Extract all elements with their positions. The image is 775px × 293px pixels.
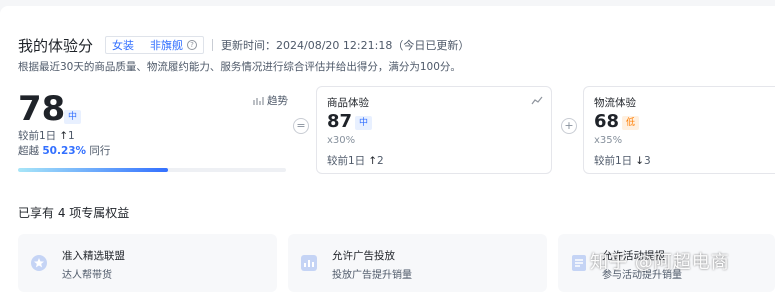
- sub-score-value: 87: [327, 111, 353, 132]
- overall-score: 78 中 趋势 较前1日 ↑1 超越 50.23% 同行: [18, 88, 288, 178]
- benefit-card-affiliate[interactable]: 准入精选联盟 达人帮带货: [18, 234, 277, 292]
- compare-label: 较前1日: [594, 155, 633, 167]
- divider: [212, 39, 214, 51]
- trend-link[interactable]: 趋势: [253, 93, 288, 108]
- document-list-icon: [572, 255, 586, 271]
- watermark: 知乎 @阿超电商: [590, 252, 730, 273]
- title-row: 我的体验分 女装 非旗舰 ? 更新时间：2024/08/20 12:21:18（…: [18, 32, 469, 58]
- sub-compare: 较前1日 ↓3: [594, 153, 651, 168]
- update-time: 更新时间：2024/08/20 12:21:18（今日已更新）: [221, 39, 470, 52]
- equals-operator: =: [293, 118, 309, 134]
- star-badge-icon: [31, 255, 47, 271]
- compare-arrow: ↑: [59, 130, 68, 142]
- compare-value: 3: [644, 155, 651, 167]
- sub-score-label: 物流体验: [594, 97, 636, 109]
- sub-score-weight: x30%: [327, 135, 356, 146]
- sub-score-label: 商品体验: [327, 97, 369, 109]
- benefit-subtitle: 投放广告提升销量: [332, 270, 412, 281]
- logistics-experience-card[interactable]: 物流体验 68 低 x35% 较前1日 ↓3: [583, 86, 775, 174]
- score-description: 根据最近30天的商品质量、物流履约能力、服务情况进行综合评估并给出得分，满分为1…: [18, 61, 461, 73]
- compare-value: 2: [377, 155, 384, 167]
- compare-arrow: ↓: [635, 155, 644, 167]
- sub-score-value: 68: [594, 111, 620, 132]
- overall-compare: 较前1日 ↑1: [18, 128, 75, 143]
- trend-chart-icon[interactable]: [531, 95, 543, 105]
- beat-peers: 超越 50.23% 同行: [18, 143, 110, 158]
- page-title: 我的体验分: [18, 36, 94, 55]
- benefit-subtitle: 达人帮带货: [62, 270, 112, 281]
- benefit-title: 允许广告投放: [332, 250, 395, 262]
- score-progress-fill: [18, 168, 169, 172]
- benefit-card-ads[interactable]: 允许广告投放 投放广告提升销量: [288, 234, 547, 292]
- trend-label: 趋势: [267, 95, 288, 107]
- benefit-title: 准入精选联盟: [62, 250, 125, 262]
- beat-suffix: 同行: [89, 145, 111, 157]
- sub-grade-badge: 中: [355, 116, 373, 130]
- score-progress-bar: [18, 168, 286, 172]
- compare-value: 1: [68, 130, 75, 142]
- product-experience-card[interactable]: 商品体验 87 中 x30% 较前1日 ↑2: [316, 86, 552, 174]
- shop-type-tag: 非旗舰: [150, 39, 184, 52]
- compare-label: 较前1日: [18, 130, 57, 142]
- compare-label: 较前1日: [327, 155, 366, 167]
- trend-chart-icon: [253, 96, 264, 105]
- ad-chart-icon: [301, 255, 317, 271]
- benefits-section-title: 已享有 4 项专属权益: [18, 206, 130, 220]
- beat-prefix: 超越: [18, 145, 39, 157]
- shop-tags: 女装 非旗舰 ?: [105, 36, 205, 54]
- overall-grade-badge: 中: [64, 110, 82, 124]
- help-icon[interactable]: ?: [187, 40, 198, 50]
- compare-arrow: ↑: [368, 155, 377, 167]
- beat-percentage: 50.23%: [42, 145, 87, 157]
- sub-grade-badge: 低: [622, 116, 640, 130]
- sub-score-weight: x35%: [594, 135, 623, 146]
- sub-compare: 较前1日 ↑2: [327, 153, 384, 168]
- plus-operator: +: [561, 118, 577, 134]
- category-tag: 女装: [112, 39, 135, 52]
- overall-score-value: 78: [18, 89, 66, 129]
